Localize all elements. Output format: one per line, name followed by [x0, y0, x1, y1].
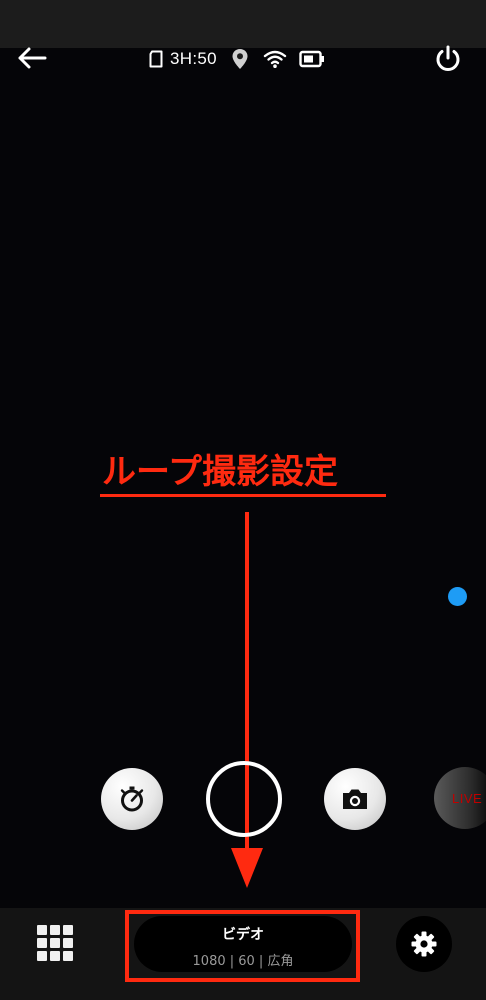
mode-details: 1080 | 60 | 広角 [192, 954, 294, 969]
grid-icon [37, 925, 47, 935]
annotation-label: ループ撮影設定 [102, 452, 338, 492]
grid-icon-cell [37, 938, 47, 948]
gear-icon [411, 931, 437, 957]
power-button[interactable] [432, 43, 464, 75]
grid-icon-cell [63, 938, 73, 948]
settings-button[interactable] [396, 916, 452, 972]
grid-icon-cell [50, 925, 60, 935]
back-button[interactable] [16, 44, 48, 72]
power-icon [436, 45, 460, 71]
media-grid-button[interactable] [37, 925, 73, 961]
top-bar [0, 0, 486, 48]
wifi-icon [263, 50, 287, 68]
shutter-button[interactable] [206, 761, 282, 837]
timer-button[interactable] [101, 768, 163, 830]
annotation-underline [100, 494, 386, 497]
status-bar: 3H:50 [148, 44, 325, 74]
remaining-time: 3H:50 [170, 49, 217, 68]
status-indicator-dot [448, 587, 467, 606]
grid-icon-cell [37, 951, 47, 961]
grid-icon-cell [50, 938, 60, 948]
live-label: LIVE [452, 790, 483, 806]
photo-mode-button[interactable] [324, 768, 386, 830]
timer-icon [120, 786, 144, 812]
grid-icon-cell [63, 925, 73, 935]
mode-title: ビデオ [222, 927, 264, 943]
mode-selector[interactable]: ビデオ 1080 | 60 | 広角 [134, 916, 352, 972]
arrow-left-icon [18, 47, 47, 69]
sd-card-icon [149, 50, 163, 68]
grid-icon-cell [50, 951, 60, 961]
battery-icon [299, 50, 324, 68]
location-pin-icon [232, 49, 248, 69]
camera-icon [343, 789, 367, 809]
grid-icon-cell [63, 951, 73, 961]
